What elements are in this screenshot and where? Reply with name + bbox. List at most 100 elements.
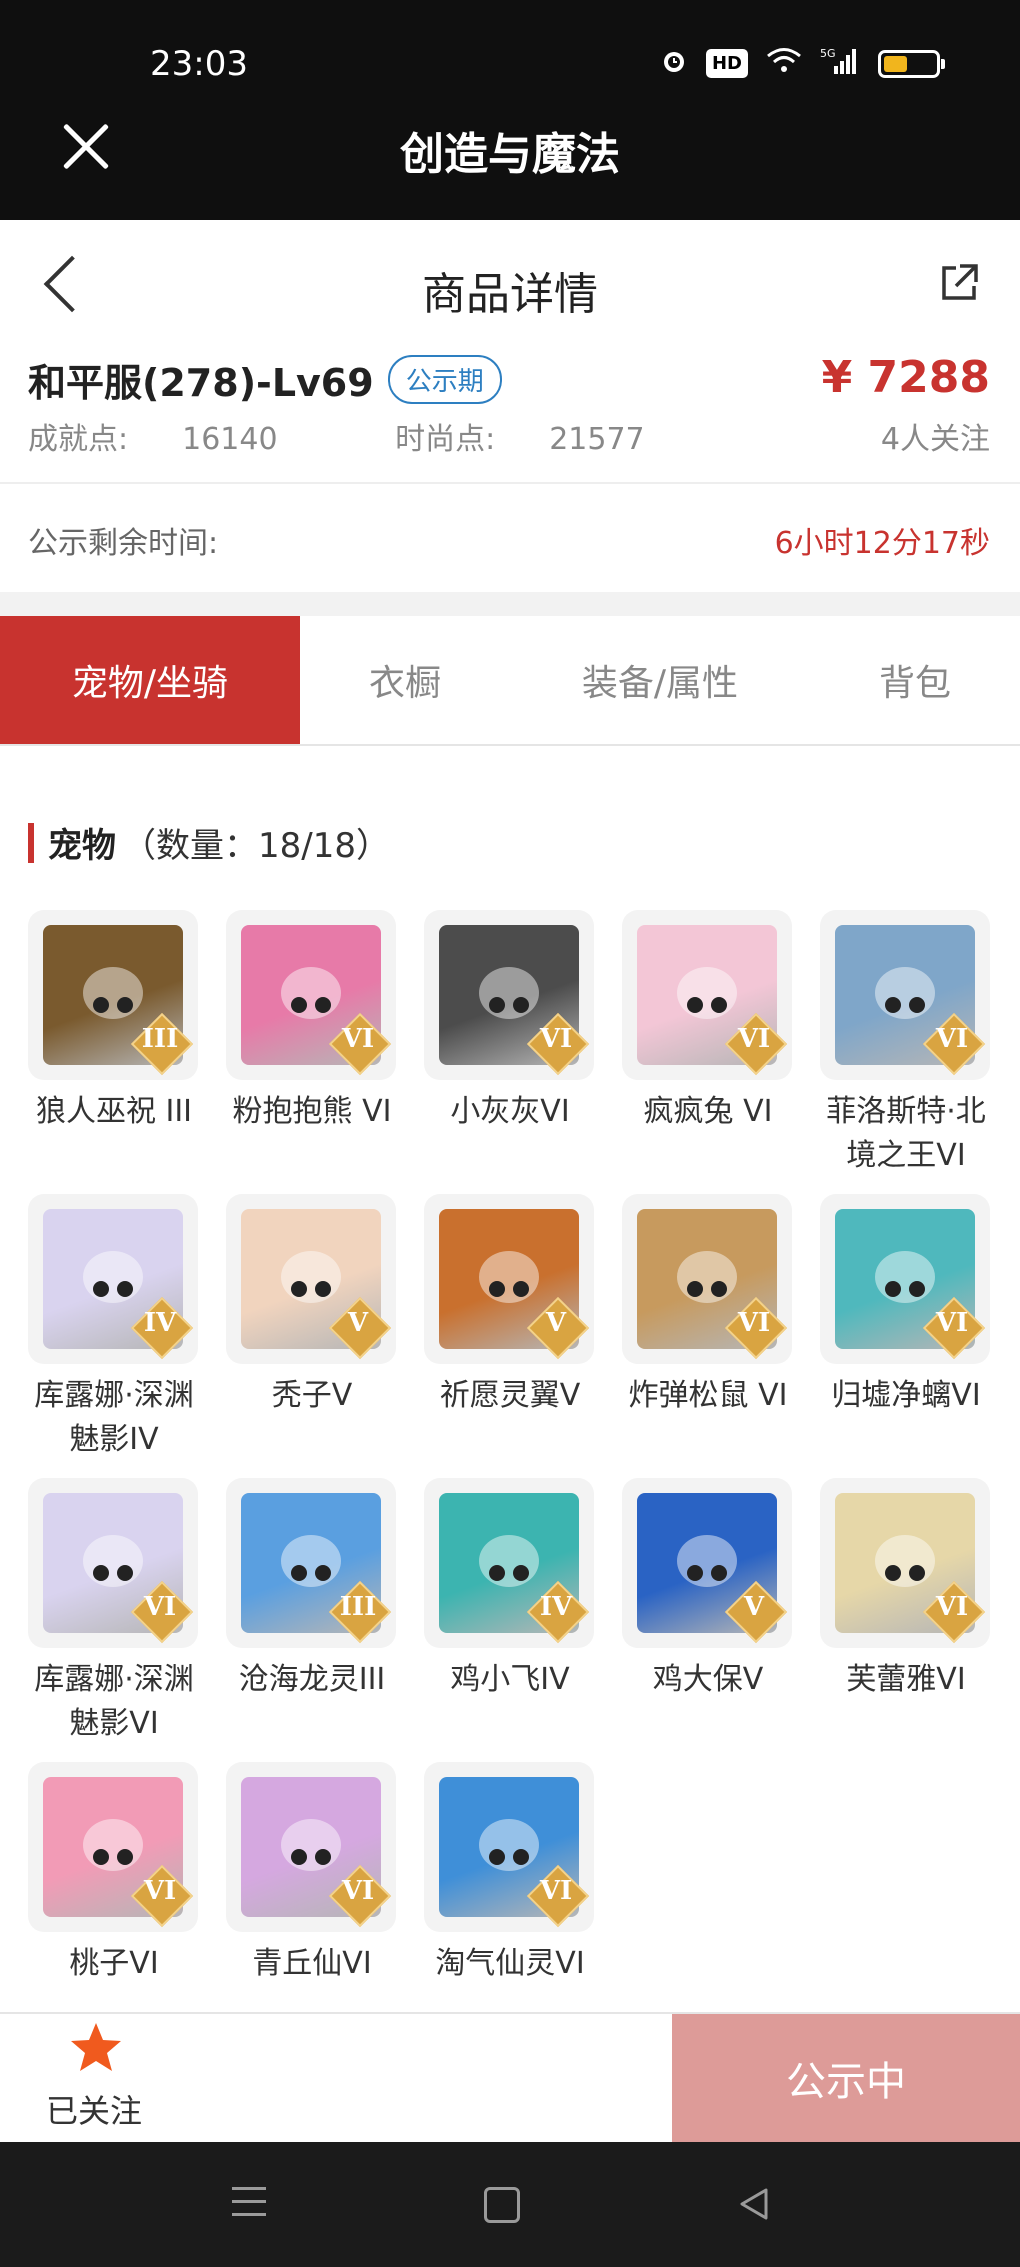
pet-card[interactable]: VI 芙蕾雅VI	[820, 1478, 992, 1702]
pet-thumbnail[interactable]: IV	[28, 1194, 198, 1364]
pet-name: 鸡小飞IV	[450, 1662, 570, 1697]
pet-card[interactable]: VI 疯疯兔 VI	[622, 910, 794, 1134]
pet-card[interactable]: V 鸡大保V	[622, 1478, 794, 1702]
followers-count: 4人关注	[880, 422, 990, 457]
pet-name: 粉抱抱熊 VI	[232, 1094, 392, 1129]
grade-text: VI	[539, 1024, 573, 1054]
grade-badge-icon: VI	[724, 1012, 788, 1076]
pet-face	[677, 1251, 737, 1303]
pet-card[interactable]: III 沧海龙灵III	[226, 1478, 398, 1702]
pet-face	[479, 967, 539, 1019]
pet-thumbnail[interactable]: VI	[622, 1194, 792, 1364]
pet-eye	[513, 1849, 529, 1865]
pet-card[interactable]: VI 菲洛斯特·北境之王VI	[820, 910, 992, 1178]
pet-thumbnail[interactable]: VI	[820, 1478, 990, 1648]
grade-badge-icon: III	[328, 1580, 392, 1644]
tab-pets-mounts[interactable]: 宠物/坐骑	[0, 616, 300, 744]
tab-wardrobe[interactable]: 衣橱	[300, 616, 510, 744]
item-stats: 成就点: 16140 时尚点: 21577	[28, 414, 753, 458]
pet-thumbnail[interactable]: V	[226, 1194, 396, 1364]
pet-eye	[315, 1281, 331, 1297]
grade-badge-icon: VI	[130, 1864, 194, 1928]
tab-backpack[interactable]: 背包	[810, 616, 1020, 744]
pet-thumbnail[interactable]: VI	[424, 1762, 594, 1932]
pet-thumbnail[interactable]: VI	[226, 910, 396, 1080]
pet-card[interactable]: VI 归墟净螭VI	[820, 1194, 992, 1418]
pet-card[interactable]: VI 桃子VI	[28, 1762, 200, 1986]
pet-eye	[489, 1849, 505, 1865]
pet-thumbnail[interactable]: III	[226, 1478, 396, 1648]
star-icon[interactable]	[68, 2020, 124, 2076]
pet-thumbnail[interactable]: III	[28, 910, 198, 1080]
pet-face	[281, 967, 341, 1019]
pet-eye	[687, 997, 703, 1013]
pet-name: 疯疯兔 VI	[643, 1094, 773, 1129]
menu-icon[interactable]	[232, 2187, 266, 2226]
remaining-time-label: 公示剩余时间:	[28, 526, 219, 561]
pet-name: 桃子VI	[69, 1946, 159, 1981]
pet-name: 炸弹松鼠 VI	[628, 1378, 788, 1413]
pet-thumbnail[interactable]: VI	[28, 1478, 198, 1648]
pet-eye	[711, 1281, 727, 1297]
pet-card[interactable]: IV 鸡小飞IV	[424, 1478, 596, 1702]
pet-card[interactable]: V 秃子V	[226, 1194, 398, 1418]
pet-thumbnail[interactable]: V	[622, 1478, 792, 1648]
grade-text: VI	[935, 1308, 969, 1338]
pet-card[interactable]: III 狼人巫祝 III	[28, 910, 200, 1134]
alarm-icon	[660, 47, 688, 80]
pet-eye	[315, 1565, 331, 1581]
follow-label[interactable]: 已关注	[46, 2086, 142, 2132]
grade-badge-icon: VI	[922, 1296, 986, 1360]
grade-text: VI	[539, 1876, 573, 1906]
pet-face	[83, 1251, 143, 1303]
pet-card[interactable]: VI 青丘仙VI	[226, 1762, 398, 1986]
grade-text: VI	[341, 1876, 375, 1906]
tab-equipment-attributes[interactable]: 装备/属性	[510, 616, 810, 744]
pet-face	[281, 1535, 341, 1587]
pet-eye	[909, 1565, 925, 1581]
pet-thumbnail[interactable]: VI	[226, 1762, 396, 1932]
pet-thumbnail[interactable]: VI	[820, 1194, 990, 1364]
pet-eye	[117, 997, 133, 1013]
pet-name: 库露娜·深渊魅影IV	[34, 1378, 194, 1457]
pet-face	[479, 1819, 539, 1871]
pet-card[interactable]: VI 小灰灰VI	[424, 910, 596, 1134]
grade-badge-icon: V	[328, 1296, 392, 1360]
pet-card[interactable]: IV 库露娜·深渊魅影IV	[28, 1194, 200, 1462]
grade-badge-icon: V	[724, 1580, 788, 1644]
app-title: 创造与魔法	[400, 129, 620, 180]
remaining-time-value: 6小时12分17秒	[774, 526, 990, 561]
pet-face	[83, 967, 143, 1019]
status-bar	[0, 0, 1020, 220]
pet-face	[677, 1535, 737, 1587]
pet-card[interactable]: VI 淘气仙灵VI	[424, 1762, 596, 1986]
pet-thumbnail[interactable]: VI	[28, 1762, 198, 1932]
svg-text:5G: 5G	[820, 47, 836, 60]
pet-card[interactable]: VI 库露娜·深渊魅影VI	[28, 1478, 200, 1746]
home-icon[interactable]	[484, 2187, 520, 2223]
pet-thumbnail[interactable]: V	[424, 1194, 594, 1364]
pet-name: 青丘仙VI	[252, 1946, 372, 1981]
pet-eye	[291, 1281, 307, 1297]
pet-thumbnail[interactable]: IV	[424, 1478, 594, 1648]
pet-eye	[489, 1565, 505, 1581]
pet-thumbnail[interactable]: VI	[424, 910, 594, 1080]
pet-thumbnail[interactable]: VI	[622, 910, 792, 1080]
status-button[interactable]: 公示中	[672, 2014, 1020, 2142]
share-icon[interactable]	[938, 262, 980, 304]
grade-text: VI	[935, 1592, 969, 1622]
grade-text: III	[141, 1024, 179, 1054]
grade-badge-icon: III	[130, 1012, 194, 1076]
section-title: 宠物 （数量：18/18）	[28, 818, 390, 867]
pet-thumbnail[interactable]: VI	[820, 910, 990, 1080]
pet-card[interactable]: VI 粉抱抱熊 VI	[226, 910, 398, 1134]
status-time: 23:03	[150, 44, 248, 84]
pet-face	[83, 1535, 143, 1587]
pet-name: 小灰灰VI	[450, 1094, 570, 1129]
pet-card[interactable]: V 祈愿灵翼V	[424, 1194, 596, 1418]
item-price: ¥ 7288	[821, 352, 990, 403]
pet-name: 菲洛斯特·北境之王VI	[826, 1094, 986, 1173]
pet-eye	[291, 1849, 307, 1865]
pet-card[interactable]: VI 炸弹松鼠 VI	[622, 1194, 794, 1418]
back-icon[interactable]	[736, 2186, 772, 2222]
